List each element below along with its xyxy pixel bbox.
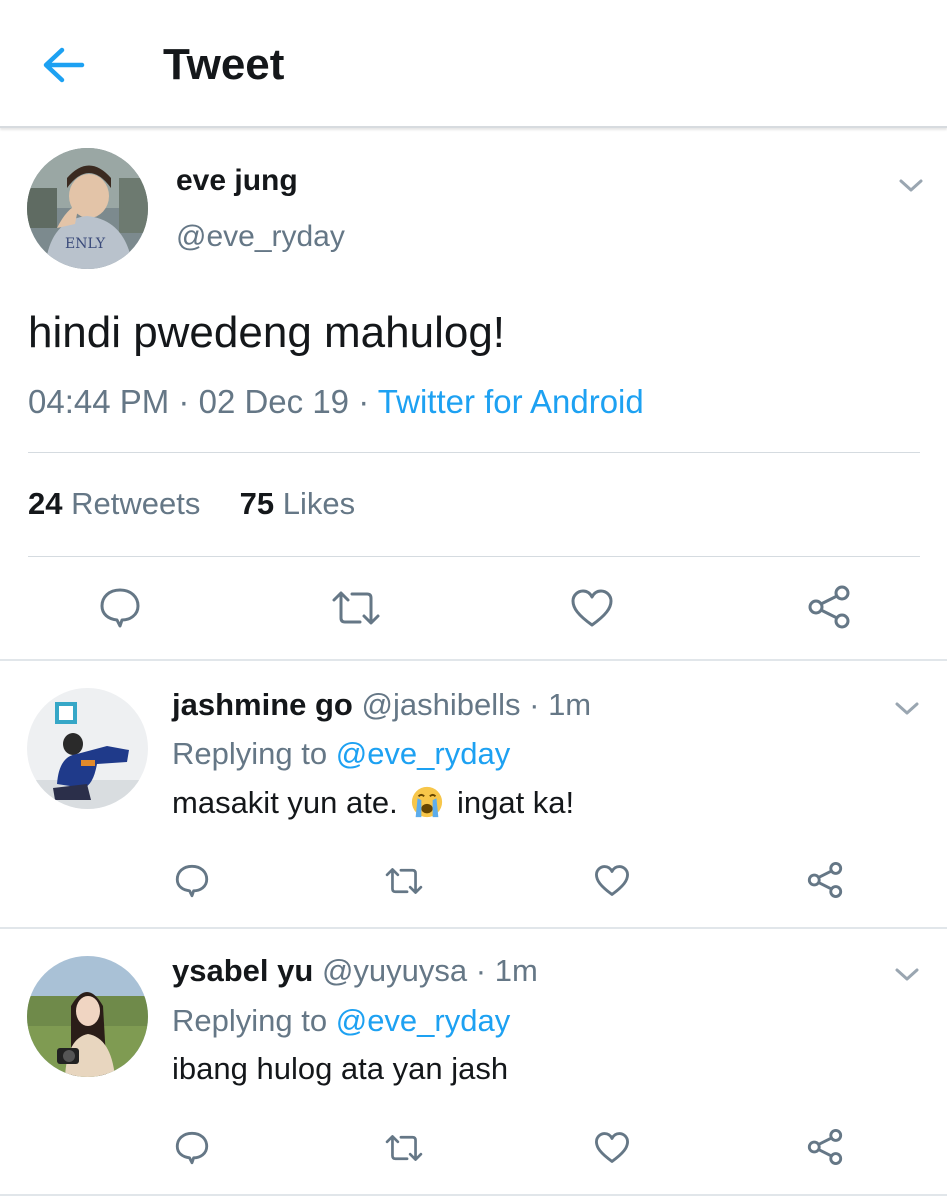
heart-icon[interactable] <box>594 864 630 902</box>
separator: · <box>358 383 370 420</box>
retweet-icon[interactable] <box>384 865 424 902</box>
chevron-down-icon[interactable] <box>893 699 921 719</box>
share-icon[interactable] <box>806 1128 844 1171</box>
chevron-down-icon[interactable] <box>893 965 921 985</box>
avatar[interactable] <box>27 688 148 809</box>
replying-to: Replying to @eve_ryday <box>172 736 510 772</box>
replying-to-label: Replying to <box>172 736 328 771</box>
share-icon[interactable] <box>806 861 844 904</box>
replying-to-label: Replying to <box>172 1003 328 1038</box>
replying-to-handle[interactable]: @eve_ryday <box>336 1003 511 1038</box>
author-name[interactable]: jashmine go <box>172 687 353 722</box>
heart-icon[interactable] <box>570 588 614 633</box>
retweet-icon[interactable] <box>384 1132 424 1169</box>
reply-time: 1m <box>548 687 592 722</box>
tweet-text: hindi pwedeng mahulog! <box>28 308 506 357</box>
loudly-crying-face-icon <box>412 786 443 818</box>
reply-icon[interactable] <box>174 1130 210 1171</box>
back-arrow-icon[interactable] <box>38 42 88 88</box>
page-title: Tweet <box>163 40 285 89</box>
svg-text:ENLY: ENLY <box>65 236 106 252</box>
separator: · <box>178 383 190 420</box>
separator: · <box>529 687 540 722</box>
reply-time: 1m <box>494 953 538 988</box>
retweet-icon[interactable] <box>330 588 382 633</box>
retweets-count[interactable]: 24 <box>28 486 62 521</box>
top-bar: Tweet <box>0 0 947 128</box>
share-icon[interactable] <box>806 584 852 635</box>
heart-icon[interactable] <box>594 1131 630 1169</box>
avatar[interactable]: ENLY <box>27 148 148 269</box>
reply-tweet[interactable]: jashmine go @jashibells · 1m Replying to… <box>0 661 947 927</box>
avatar[interactable] <box>27 956 148 1077</box>
author-handle[interactable]: @yuyuysa <box>322 953 467 988</box>
author-name[interactable]: eve jung <box>176 164 298 198</box>
divider <box>28 556 920 557</box>
author-handle[interactable]: @eve_ryday <box>176 220 345 254</box>
divider <box>0 1194 947 1196</box>
tweet-meta: 04:44 PM · 02 Dec 19 · Twitter for Andro… <box>28 383 644 421</box>
retweets-label[interactable]: Retweets <box>71 486 200 521</box>
replying-to: Replying to @eve_ryday <box>172 1003 510 1039</box>
chevron-down-icon[interactable] <box>897 176 925 196</box>
divider <box>28 452 920 453</box>
reply-text: ibang hulog ata yan jash <box>172 1051 509 1086</box>
author-handle[interactable]: @jashibells <box>362 687 521 722</box>
tweet-time: 04:44 PM <box>28 383 170 420</box>
replying-to-handle[interactable]: @eve_ryday <box>336 736 511 771</box>
reply-text: masakit yun ate. ingat ka! <box>172 785 574 821</box>
main-tweet: ENLY eve jung @eve_ryday hindi pwedeng m… <box>0 128 947 660</box>
reply-header: jashmine go @jashibells · 1m <box>172 687 591 723</box>
reply-text-part: masakit yun ate. <box>172 785 398 820</box>
reply-header: ysabel yu @yuyuysa · 1m <box>172 953 538 989</box>
reply-tweet[interactable]: ysabel yu @yuyuysa · 1m Replying to @eve… <box>0 929 947 1194</box>
tweet-stats: 24 Retweets 75 Likes <box>28 486 355 522</box>
author-name[interactable]: ysabel yu <box>172 953 313 988</box>
separator: · <box>475 953 487 988</box>
tweet-date: 02 Dec 19 <box>198 383 350 420</box>
reply-icon[interactable] <box>98 586 142 635</box>
reply-text-part: ingat ka! <box>456 785 575 820</box>
tweet-source-link[interactable]: Twitter for Android <box>378 383 644 420</box>
likes-label[interactable]: Likes <box>283 486 355 521</box>
reply-icon[interactable] <box>174 863 210 904</box>
likes-count[interactable]: 75 <box>240 486 274 521</box>
